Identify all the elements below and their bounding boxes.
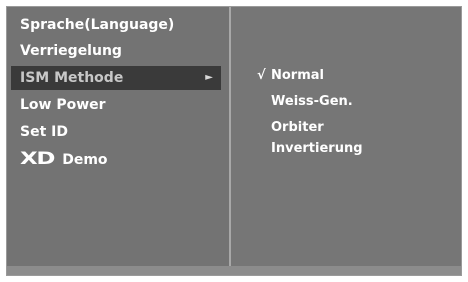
main-menu-panel: Sprache(Language) Verriegelung ISM Metho… [7,7,229,275]
option-label: Invertierung [271,141,363,156]
xd-logo: XD [20,149,55,169]
menu-item-verriegelung[interactable]: Verriegelung [11,39,221,63]
menu-item-label: ISM Methode [20,70,124,86]
option-orbiter[interactable]: Orbiter [271,117,324,139]
menu-item-ism-methode[interactable]: ISM Methode ► [11,66,221,90]
option-invertierung[interactable]: Invertierung [271,138,363,160]
osd-menu-frame: Sprache(Language) Verriegelung ISM Metho… [6,6,462,276]
menu-item-label: Low Power [20,97,106,113]
menu-item-label: Demo [62,152,108,168]
menu-item-label: Verriegelung [20,43,122,59]
menu-item-xd-demo[interactable]: XD Demo [11,147,221,171]
menu-item-set-id[interactable]: Set ID [11,120,221,144]
option-label: Orbiter [271,120,324,135]
osd-screen: Sprache(Language) Verriegelung ISM Metho… [0,0,468,282]
bottom-bar [7,266,461,275]
option-weiss-gen[interactable]: Weiss-Gen. [271,91,353,113]
check-icon: √ [257,68,266,83]
option-normal[interactable]: √ Normal [257,65,324,87]
menu-item-sprache[interactable]: Sprache(Language) [11,13,221,37]
option-label: Normal [271,68,324,83]
submenu-panel: √ Normal Weiss-Gen. Orbiter Invertierung [231,7,461,275]
menu-item-low-power[interactable]: Low Power [11,93,221,117]
submenu-arrow-icon: ► [205,72,213,83]
menu-item-label: Set ID [20,124,68,140]
option-label: Weiss-Gen. [271,94,353,109]
menu-item-label: Sprache(Language) [20,17,175,33]
